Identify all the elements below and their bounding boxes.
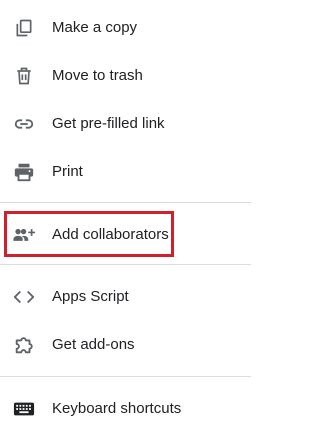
link-icon [13,113,35,135]
menu-divider [0,264,251,265]
menu-item-get-pre-filled-link[interactable]: Get pre-filled link [0,102,251,146]
more-options-menu: Make a copy Move to trash Get pre-filled… [0,0,251,436]
menu-item-label: Apps Script [52,288,129,305]
menu-item-label: Get add-ons [52,336,135,353]
menu-item-label: Make a copy [52,19,138,36]
printer-icon [13,161,35,183]
highlight-box [4,211,174,257]
menu-item-label: Keyboard shortcuts [52,400,182,417]
copy-icon [13,17,35,39]
menu-item-get-add-ons[interactable]: Get add-ons [0,323,251,367]
menu-item-label: Get pre-filled link [52,115,165,132]
trash-icon [13,65,35,87]
menu-item-make-a-copy[interactable]: Make a copy [0,6,251,50]
puzzle-icon [13,334,35,356]
menu-item-apps-script[interactable]: Apps Script [0,275,251,319]
menu-item-move-to-trash[interactable]: Move to trash [0,54,251,98]
menu-item-print[interactable]: Print [0,150,251,194]
menu-item-keyboard-shortcuts[interactable]: Keyboard shortcuts [0,387,251,431]
code-icon [13,286,35,308]
keyboard-icon [13,398,35,420]
menu-item-label: Print [52,163,83,180]
menu-divider [0,202,251,203]
menu-item-label: Move to trash [52,67,143,84]
menu-divider [0,376,251,377]
